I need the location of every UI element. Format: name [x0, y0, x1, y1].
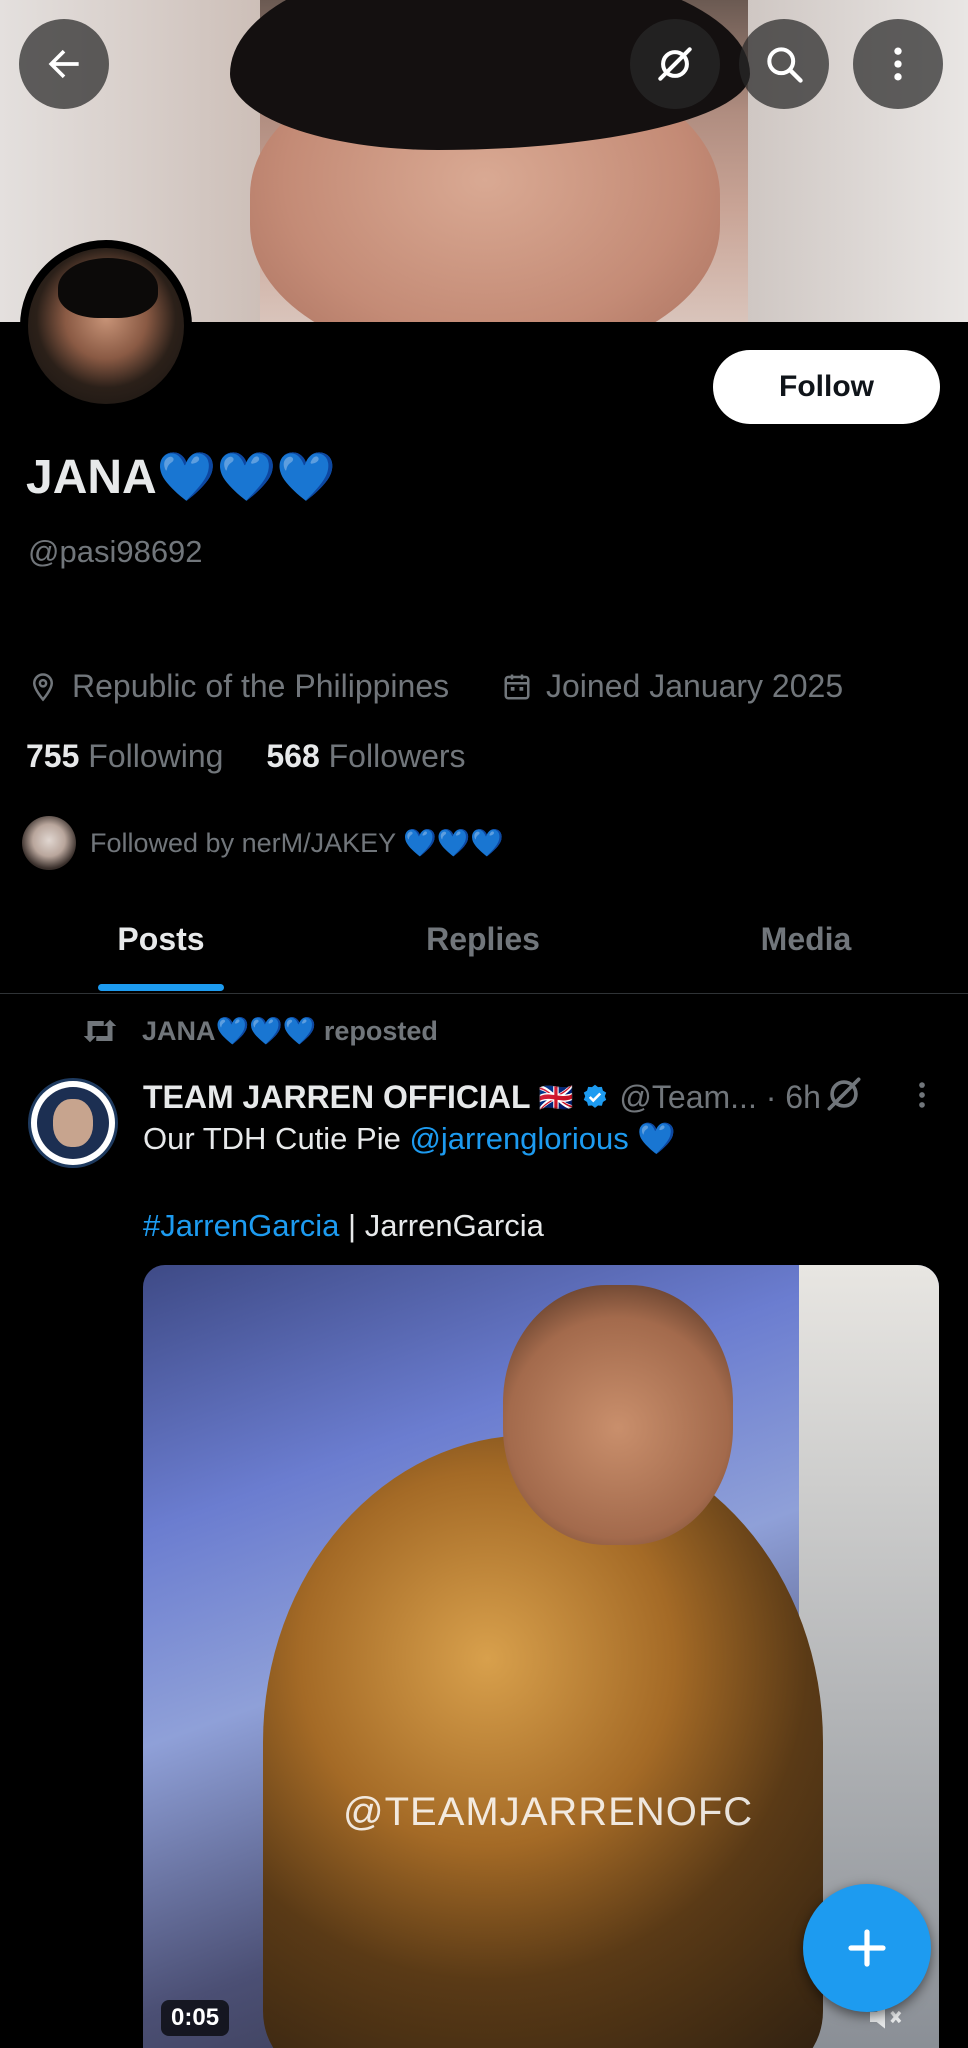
more-options-button[interactable]	[853, 19, 943, 109]
followers-label: Followers	[328, 738, 466, 774]
followed-by-text: Followed by nerM/JAKEY 💙💙💙	[90, 828, 504, 858]
profile-tabs: Posts Replies Media	[0, 885, 968, 994]
media-subject-head	[503, 1285, 733, 1545]
location-text: Republic of the Philippines	[72, 668, 450, 704]
post-author-avatar[interactable]	[28, 1078, 118, 1168]
repost-label: JANA💙💙💙 reposted	[142, 1016, 438, 1046]
joined-text: Joined January 2025	[546, 668, 844, 704]
profile-joined: Joined January 2025	[502, 668, 843, 705]
following-count: 755	[26, 738, 80, 774]
search-button[interactable]	[739, 19, 829, 109]
post-text-line1: Our TDH Cutie Pie @jarrenglorious 💙	[143, 1120, 676, 1157]
avatar-hair	[58, 258, 158, 318]
followers-count: 568	[266, 738, 320, 774]
tab-replies-label: Replies	[426, 920, 540, 957]
follower-avatar	[22, 816, 76, 870]
post-text-line2: #JarrenGarcia | JarrenGarcia	[143, 1208, 544, 1244]
tab-media[interactable]: Media	[644, 885, 968, 993]
back-button[interactable]	[19, 19, 109, 109]
post-hashtag-suffix: | JarrenGarcia	[339, 1208, 544, 1243]
post-handle-time: @Team... · 6h	[619, 1078, 821, 1115]
followers-stat[interactable]: 568 Followers	[266, 738, 465, 775]
post-mention-link[interactable]: @jarrenglorious	[409, 1121, 628, 1156]
media-watermark: @TEAMJARRENOFC	[343, 1790, 754, 1834]
follow-button[interactable]: Follow	[713, 350, 940, 424]
verified-badge-icon	[584, 1084, 607, 1108]
grok-button[interactable]	[630, 19, 720, 109]
post-hashtag-link[interactable]: #JarrenGarcia	[143, 1208, 339, 1243]
compose-post-button[interactable]	[803, 1884, 931, 2012]
profile-avatar[interactable]	[20, 240, 192, 412]
active-tab-indicator	[98, 984, 224, 991]
following-stat[interactable]: 755 Following	[26, 738, 223, 775]
more-vertical-icon	[894, 47, 902, 81]
post-text-prefix: Our TDH Cutie Pie	[143, 1121, 410, 1156]
search-icon	[767, 47, 803, 83]
calendar-icon	[504, 674, 530, 699]
location-pin-icon	[32, 672, 54, 701]
arrow-left-icon	[48, 49, 79, 79]
tab-replies[interactable]: Replies	[322, 885, 644, 993]
tab-posts[interactable]: Posts	[0, 885, 322, 993]
followed-by[interactable]: Followed by nerM/JAKEY 💙💙💙	[22, 816, 504, 870]
following-label: Following	[88, 738, 224, 774]
post-author-name[interactable]: TEAM JARREN OFFICIAL	[143, 1079, 531, 1116]
profile-stats: 755 Following 568 Followers	[26, 738, 500, 775]
author-flag: 🇬🇧	[538, 1081, 574, 1113]
grok-icon[interactable]	[822, 1072, 866, 1116]
repost-indicator: JANA💙💙💙 reposted	[80, 1015, 438, 1047]
display-name: JANA💙💙💙	[26, 451, 336, 504]
profile-location: Republic of the Philippines	[28, 668, 449, 705]
profile-handle: @pasi98692	[28, 534, 203, 569]
repost-icon	[83, 1019, 117, 1043]
avatar-image	[28, 248, 184, 404]
tab-posts-label: Posts	[117, 920, 205, 957]
media-subject-body	[263, 1435, 823, 2048]
avatar-photo	[53, 1099, 93, 1147]
plus-icon	[848, 1929, 886, 1967]
grok-icon	[658, 47, 692, 81]
video-duration: 0:05	[161, 2000, 230, 2036]
post-text-suffix: 💙	[628, 1121, 676, 1156]
post-more-icon[interactable]	[905, 1078, 939, 1112]
tab-media-label: Media	[760, 920, 852, 957]
